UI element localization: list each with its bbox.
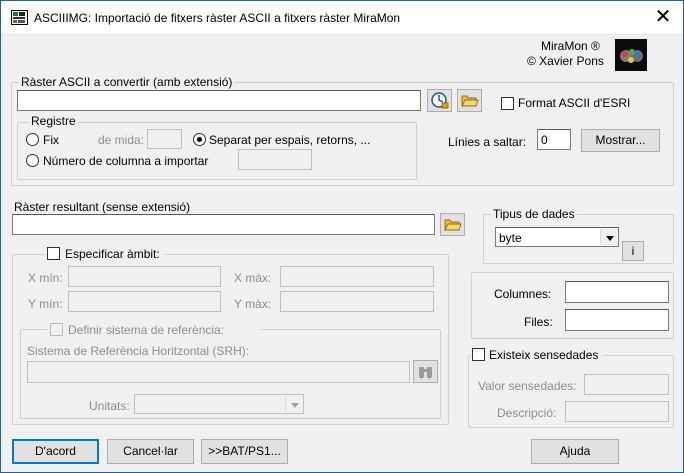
folder-open-icon bbox=[461, 95, 479, 107]
esri-format-label: Format ASCII d'ESRI bbox=[518, 96, 631, 110]
mida-label: de mida: bbox=[98, 133, 145, 147]
output-raster-field[interactable] bbox=[12, 214, 435, 235]
ambit-label: Especificar àmbit: bbox=[65, 247, 160, 261]
bat-ps1-button[interactable]: >>BAT/PS1... bbox=[201, 439, 288, 464]
xmax-field bbox=[280, 266, 434, 287]
num-column-field bbox=[238, 149, 312, 170]
input-raster-label: Ràster ASCII a convertir (amb extensió) bbox=[19, 75, 235, 89]
separat-label: Separat per espais, retorns, ... bbox=[209, 133, 371, 147]
nodata-value-field bbox=[584, 374, 669, 395]
data-type-select[interactable]: byte bbox=[495, 227, 619, 247]
ymin-field bbox=[68, 291, 221, 312]
ambit-checkbox[interactable] bbox=[47, 247, 60, 260]
browse-globe-button[interactable] bbox=[427, 89, 452, 112]
ymax-label: Y màx: bbox=[234, 297, 272, 311]
fix-label: Fix bbox=[43, 133, 59, 147]
app-icon bbox=[11, 10, 28, 25]
srh-search-button bbox=[413, 360, 438, 383]
columns-field[interactable] bbox=[565, 281, 669, 303]
dialog-window: ASCIIIMG: Importació de fitxers ràster A… bbox=[0, 0, 684, 473]
nodata-value-label: Valor sensedades: bbox=[478, 379, 577, 393]
ref-system-header: Definir sistema de referència: bbox=[47, 322, 261, 338]
data-type-label: Tipus de dades bbox=[491, 207, 577, 221]
columns-label: Columnes: bbox=[494, 287, 552, 301]
cancel-button[interactable]: Cancel·lar bbox=[107, 439, 194, 464]
units-select bbox=[134, 394, 304, 414]
xmax-label: X màx: bbox=[234, 271, 272, 285]
num-column-radio[interactable] bbox=[26, 154, 39, 167]
nodata-desc-field bbox=[565, 401, 669, 422]
num-column-label: Número de columna a importar bbox=[43, 154, 209, 168]
data-type-info-button[interactable]: i bbox=[622, 241, 644, 261]
units-label: Unitats: bbox=[89, 399, 130, 413]
help-button[interactable]: Ajuda bbox=[531, 439, 619, 464]
input-raster-field[interactable] bbox=[17, 90, 421, 111]
binoculars-icon bbox=[419, 367, 432, 379]
registre-label: Registre bbox=[29, 114, 78, 128]
close-icon[interactable]: ✕ bbox=[653, 6, 673, 28]
output-raster-folder-button[interactable] bbox=[440, 213, 465, 236]
ok-button[interactable]: D'acord bbox=[12, 439, 99, 464]
data-type-value: byte bbox=[499, 231, 522, 245]
title-bar: ASCIIIMG: Importació de fitxers ràster A… bbox=[1, 1, 683, 35]
show-button[interactable]: Mostrar... bbox=[581, 129, 660, 152]
separat-radio[interactable] bbox=[193, 133, 206, 146]
chevron-down-icon bbox=[285, 396, 302, 412]
browse-globe-icon bbox=[431, 92, 449, 109]
rows-label: Files: bbox=[524, 315, 553, 329]
ref-system-label: Definir sistema de referència: bbox=[68, 323, 225, 337]
skip-lines-field[interactable]: 0 bbox=[537, 129, 571, 150]
srh-label: Sistema de Referència Horitzontal (SRH): bbox=[27, 344, 250, 358]
chevron-down-icon bbox=[600, 229, 617, 245]
nodata-header: Existeix sensedades bbox=[471, 347, 603, 363]
ymax-field bbox=[280, 291, 434, 312]
brand-line-2: © Xavier Pons bbox=[527, 54, 604, 68]
rows-field[interactable] bbox=[565, 309, 669, 331]
xmin-field bbox=[68, 266, 221, 287]
brand-line-1: MiraMon ® bbox=[541, 39, 600, 53]
output-raster-label: Ràster resultant (sense extensió) bbox=[14, 200, 191, 214]
xmin-label: X mín: bbox=[28, 271, 63, 285]
ref-system-checkbox bbox=[50, 323, 63, 336]
srh-field bbox=[27, 361, 410, 383]
nodata-label: Existeix sensedades bbox=[489, 348, 599, 362]
window-title: ASCIIIMG: Importació de fitxers ràster A… bbox=[34, 11, 401, 25]
ymin-label: Y mín: bbox=[28, 297, 63, 311]
input-raster-folder-button[interactable] bbox=[457, 89, 482, 112]
ambit-header: Especificar àmbit: bbox=[45, 246, 165, 262]
folder-open-icon bbox=[444, 219, 462, 231]
esri-format-checkbox[interactable] bbox=[501, 97, 514, 110]
registre-group bbox=[17, 122, 417, 180]
fix-radio[interactable] bbox=[26, 133, 39, 146]
nodata-checkbox[interactable] bbox=[472, 348, 485, 361]
nodata-desc-label: Descripció: bbox=[497, 406, 557, 420]
skip-lines-label: Línies a saltar: bbox=[448, 135, 527, 149]
miramon-logo-icon bbox=[615, 39, 647, 71]
mida-field bbox=[147, 129, 182, 149]
